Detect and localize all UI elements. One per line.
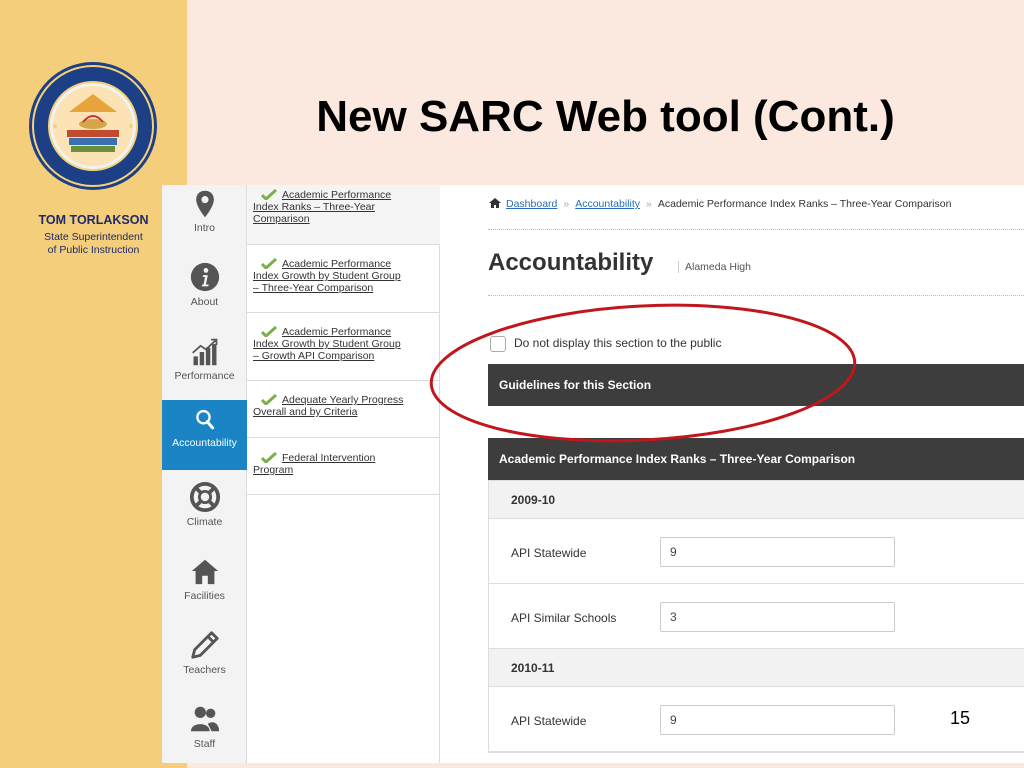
nav-item-climate[interactable]: Climate [162,479,247,553]
divider [488,295,1024,296]
checkmark-icon [261,452,277,463]
slide-title: New SARC Web tool (Cont.) [316,92,895,141]
nav-item-facilities[interactable]: Facilities [162,553,247,627]
section-item-line: Adequate Yearly Progress [282,394,404,406]
section-item-line: Overall and by Criteria [253,406,358,418]
section-item-line: Index Ranks – Three-Year [253,201,375,213]
nav-item-accountability[interactable]: Accountability [162,400,247,470]
pencil-icon [190,631,219,659]
table-header: Academic Performance Index Ranks – Three… [488,438,1024,480]
breadcrumb-separator: » [563,198,570,210]
department-of-education-seal [29,62,157,190]
section-item-federal-intervention[interactable]: Federal Intervention Program [247,438,440,495]
field-label: API Statewide [511,714,587,728]
nav-label-climate: Climate [186,516,223,528]
table-row: API Similar Schools 3 [489,584,1024,649]
page-number: 15 [950,708,971,728]
api-statewide-input[interactable]: 9 [660,705,895,735]
guidelines-header[interactable]: Guidelines for this Section [488,364,1024,406]
nav-label-accountability: Accountability [172,437,237,449]
superintendent-title-line2: of Public Instruction [47,244,140,256]
info-icon [190,262,219,292]
checkmark-icon [261,394,277,405]
section-list: Academic Performance Index Ranks – Three… [247,185,440,763]
breadcrumb-accountability-link[interactable]: Accountability [575,198,640,210]
field-label: API Similar Schools [511,611,617,625]
section-item-adequate-yearly-progress[interactable]: Adequate Yearly Progress Overall and by … [247,381,440,438]
users-icon [190,706,219,732]
nav-label-about: About [190,296,219,308]
lifebuoy-icon [189,481,220,513]
section-item-line: – Growth API Comparison [253,350,375,362]
bar-chart-icon [191,338,217,366]
section-item-line: Academic Performance [282,189,392,201]
school-name: Alameda High [678,261,751,273]
section-item-line: Federal Intervention [282,452,376,464]
nav-item-performance[interactable]: Performance [162,333,247,407]
section-item-line: Academic Performance [282,258,392,270]
api-statewide-input[interactable]: 9 [660,537,895,567]
field-label: API Statewide [511,546,587,560]
year-row: 2010-11 [489,649,1024,687]
superintendent-title-line1: State Superintendent [44,231,143,243]
section-item-api-ranks[interactable]: Academic Performance Index Ranks – Three… [247,185,440,245]
section-item-line: Index Growth by Student Group [253,338,401,350]
year-row: 2009-10 [489,481,1024,519]
divider [488,229,1024,230]
nav-label-performance: Performance [174,370,235,382]
hide-section-label: Do not display this section to the publi… [514,336,722,350]
section-item-line: – Three-Year Comparison [253,282,374,294]
nav-label-staff: Staff [193,738,216,750]
nav-label-intro: Intro [193,222,215,234]
nav-item-teachers[interactable]: Teachers [162,627,247,701]
map-pin-icon [195,190,214,218]
checkmark-icon [261,326,277,337]
nav-label-facilities: Facilities [184,590,225,602]
section-item-line: Index Growth by Student Group [253,270,401,282]
table-row: API Statewide 9 [489,687,1024,752]
home-icon [191,559,218,585]
nav-label-teachers: Teachers [183,664,226,676]
superintendent-title: State Superintendent of Public Instructi… [0,231,187,257]
checkmark-icon [261,189,277,200]
section-item-api-growth-comparison[interactable]: Academic Performance Index Growth by Stu… [247,313,440,381]
section-item-line: Comparison [253,213,310,225]
nav-item-staff[interactable]: Staff [162,701,247,763]
breadcrumb-current: Academic Performance Index Ranks – Three… [657,198,952,210]
breadcrumb-dashboard-link[interactable]: Dashboard [506,198,557,210]
api-ranks-table: 2009-10 API Statewide 9 API Similar Scho… [488,480,1024,753]
icon-navigation: Intro About Performance Accountability C… [162,185,247,763]
section-item-line: Academic Performance [282,326,392,338]
nav-item-intro[interactable]: Intro [162,185,247,259]
search-icon [195,409,214,430]
main-content: Dashboard » Accountability » Academic Perfor… [440,185,1024,763]
sarc-web-tool-screenshot: Intro About Performance Accountability C… [162,185,1024,763]
section-item-line: Program [253,464,294,476]
checkmark-icon [261,258,277,269]
home-icon[interactable] [488,197,502,209]
breadcrumb-separator: » [646,198,652,210]
section-item-api-growth-three-year[interactable]: Academic Performance Index Growth by Stu… [247,245,440,313]
breadcrumb: Dashboard » Accountability » Academic Perfor… [488,197,951,210]
table-row: API Statewide 9 [489,519,1024,584]
superintendent-name: TOM TORLAKSON [38,213,149,227]
api-similar-schools-input[interactable]: 3 [660,602,895,632]
nav-item-about[interactable]: About [162,259,247,333]
left-branding-panel: TOM TORLAKSON State Superintendent of Pu… [0,0,187,768]
hide-section-checkbox[interactable] [490,336,506,352]
page-title: Accountability [488,249,654,276]
